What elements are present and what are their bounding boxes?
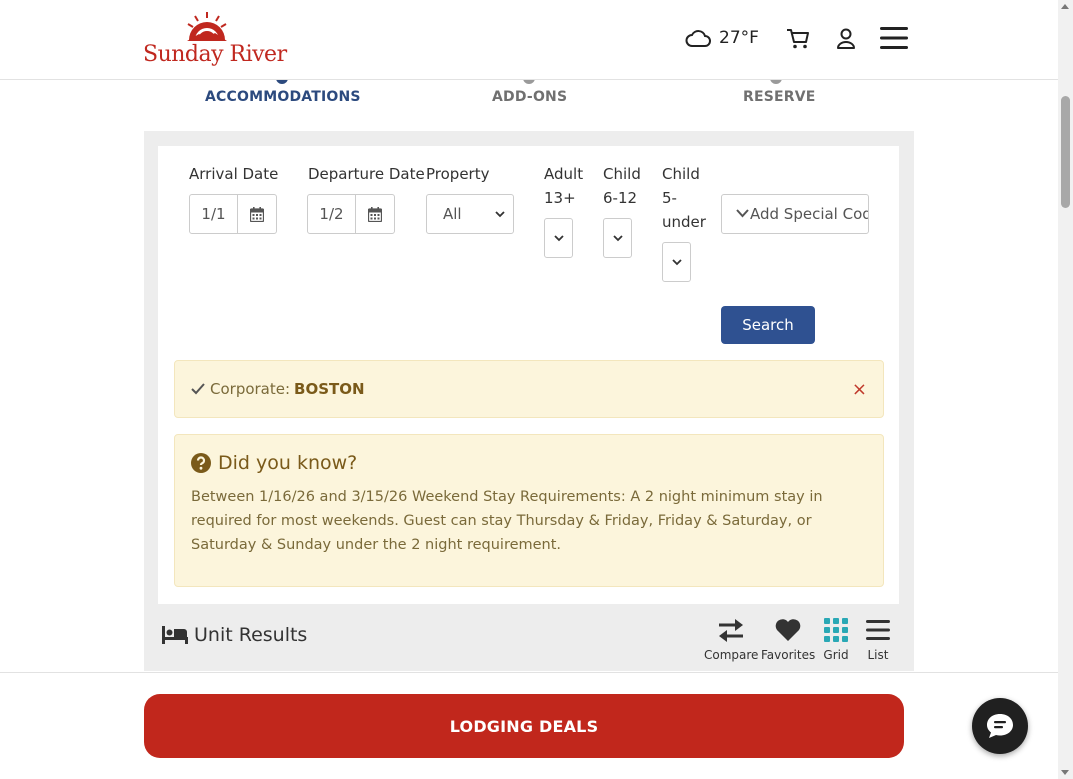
departure-calendar-button[interactable]	[356, 195, 394, 233]
did-you-know-body: Between 1/16/26 and 3/15/26 Weekend Stay…	[191, 489, 823, 553]
chevron-down-icon	[736, 209, 749, 218]
grid-view-button[interactable]: Grid	[823, 616, 849, 662]
list-label: List	[867, 648, 889, 662]
chat-button[interactable]	[972, 698, 1028, 754]
list-view-button[interactable]: List	[865, 616, 891, 662]
chevron-down-icon	[553, 234, 564, 241]
grid-icon	[824, 618, 848, 642]
did-you-know-heading: Did you know?	[191, 452, 357, 474]
property-select[interactable]: All	[426, 194, 514, 234]
step-add-ons[interactable]: ADD-ONS	[492, 89, 567, 105]
sun-logo-icon	[187, 12, 227, 41]
chevron-down-icon	[495, 210, 505, 217]
child-6-12-label-line2: 6-12	[603, 189, 638, 207]
child-6-12-count-select[interactable]	[603, 218, 632, 258]
heart-icon	[775, 619, 801, 641]
adult-label-line1: Adult	[544, 165, 584, 183]
booking-steps: ACCOMMODATIONS ADD-ONS RESERVE	[144, 72, 914, 130]
step-reserve[interactable]: RESERVE	[743, 89, 816, 105]
grid-label: Grid	[823, 648, 849, 662]
arrival-date-input[interactable]: 1/1	[189, 194, 277, 234]
compare-button[interactable]: Compare	[704, 616, 758, 662]
corporate-code: BOSTON	[294, 380, 365, 398]
question-circle-icon	[191, 453, 211, 473]
user-icon[interactable]	[836, 28, 856, 50]
compare-arrows-icon	[719, 619, 744, 642]
check-icon	[191, 383, 205, 395]
child-5-under-label-line3: under	[662, 213, 706, 231]
hamburger-menu-icon[interactable]	[880, 26, 908, 50]
arrival-calendar-button[interactable]	[238, 195, 276, 233]
departure-date-input[interactable]: 1/2	[307, 194, 395, 234]
weather-widget[interactable]: 27°F	[685, 28, 759, 48]
cart-icon[interactable]	[786, 28, 810, 50]
scroll-up-arrow-icon[interactable]	[1061, 4, 1069, 9]
calendar-icon	[250, 206, 264, 222]
arrival-date-label: Arrival Date	[189, 165, 279, 183]
favorites-button[interactable]: Favorites	[761, 616, 815, 662]
cloud-icon	[685, 30, 711, 47]
departure-date-label: Departure Date	[308, 165, 425, 183]
list-icon	[866, 620, 890, 640]
sunday-river-logo[interactable]: Sunday River	[143, 10, 287, 70]
add-special-code-toggle[interactable]: Add Special Code	[721, 194, 869, 234]
favorites-label: Favorites	[761, 648, 816, 662]
did-you-know-title: Did you know?	[218, 452, 358, 474]
compare-label: Compare	[704, 648, 759, 662]
chat-bubble-icon	[987, 714, 1013, 738]
did-you-know-alert: Did you know? Between 1/16/26 and 3/15/2…	[174, 434, 884, 587]
unit-results-title: Unit Results	[194, 624, 308, 646]
lodging-deals-button[interactable]: LODGING DEALS	[144, 694, 904, 758]
scroll-down-arrow-icon[interactable]	[1061, 770, 1069, 775]
unit-results-heading: Unit Results	[162, 624, 307, 646]
chevron-down-icon	[671, 258, 682, 265]
bed-icon	[162, 626, 188, 644]
close-icon[interactable]: ×	[852, 379, 867, 400]
child-5-under-label-line1: Child	[662, 165, 700, 183]
site-header: Sunday River 27°F	[0, 0, 1058, 80]
property-label: Property	[426, 165, 490, 183]
child-6-12-label-line1: Child	[603, 165, 641, 183]
scrollbar-thumb[interactable]	[1061, 96, 1070, 208]
departure-date-value[interactable]: 1/2	[308, 195, 356, 233]
chevron-down-icon	[612, 234, 623, 241]
weather-temperature: 27°F	[719, 28, 759, 48]
adult-label-line2: 13+	[544, 189, 576, 207]
arrival-date-value[interactable]: 1/1	[190, 195, 238, 233]
child-5-under-label-line2: 5-	[662, 189, 677, 207]
corporate-label: Corporate:	[210, 380, 291, 398]
child-5-under-count-select[interactable]	[662, 242, 691, 282]
logo-text: Sunday River	[143, 42, 287, 67]
calendar-icon	[368, 206, 382, 222]
corporate-code-alert: Corporate: BOSTON ×	[174, 360, 884, 418]
add-special-code-label: Add Special Code	[750, 205, 869, 223]
step-accommodations[interactable]: ACCOMMODATIONS	[205, 89, 361, 105]
property-select-value: All	[443, 205, 462, 223]
search-button[interactable]: Search	[721, 306, 815, 344]
adult-count-select[interactable]	[544, 218, 573, 258]
